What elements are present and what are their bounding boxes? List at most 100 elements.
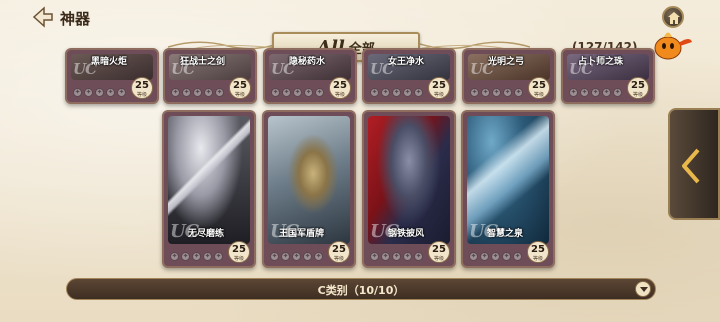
level-unit: 等级 [233, 256, 244, 262]
star-icon: ✦ [403, 88, 412, 97]
star-icon: ✦ [381, 88, 390, 97]
star-icon: ✦ [314, 252, 323, 261]
level-value: 25 [135, 80, 149, 91]
rarity-label: UC [271, 60, 295, 78]
star-icon: ✦ [214, 252, 223, 261]
star-icon: ✦ [271, 88, 280, 97]
category-section-header[interactable]: C类别（10/10） [66, 278, 656, 300]
star-icon: ✦ [580, 88, 589, 97]
star-icon: ✦ [491, 252, 500, 261]
level-badge: 25 等级 [328, 241, 350, 263]
rarity-label: UC [170, 221, 199, 242]
star-icon: ✦ [480, 252, 489, 261]
star-row: ✦ ✦ ✦ ✦ ✦ [470, 88, 523, 97]
star-icon: ✦ [117, 88, 126, 97]
rarity-label: UC [569, 60, 593, 78]
rarity-label: UC [171, 60, 195, 78]
level-value: 25 [232, 244, 246, 255]
star-icon: ✦ [591, 88, 600, 97]
star-icon: ✦ [171, 88, 180, 97]
rarity-label: UC [470, 60, 494, 78]
star-icon: ✦ [392, 252, 401, 261]
star-icon: ✦ [270, 252, 279, 261]
chevron-left-icon [682, 148, 700, 184]
rarity-label: UC [270, 221, 299, 242]
artifact-card[interactable]: 无尽磨练 UC ✦ ✦ ✦ ✦ ✦ 25 等级 [162, 110, 256, 268]
artifact-name: 女王净水 [387, 57, 424, 67]
star-icon: ✦ [282, 88, 291, 97]
artifact-card[interactable]: 王国军盾牌 UC ✦ ✦ ✦ ✦ ✦ 25 等级 [262, 110, 356, 268]
star-icon: ✦ [315, 88, 324, 97]
star-row: ✦ ✦ ✦ ✦ ✦ [73, 88, 126, 97]
artifact-name: 光明之弓 [487, 57, 524, 67]
artifact-card[interactable]: 黑暗火炬 UC ✦ ✦ ✦ ✦ ✦ 25 等级 [65, 48, 159, 104]
home-icon[interactable] [662, 6, 684, 28]
star-icon: ✦ [192, 252, 201, 261]
rarity-label: UC [370, 221, 399, 242]
star-icon: ✦ [193, 88, 202, 97]
star-icon: ✦ [181, 252, 190, 261]
artifact-card[interactable]: 钢铁披风 UC ✦ ✦ ✦ ✦ ✦ 25 等级 [362, 110, 456, 268]
star-icon: ✦ [370, 88, 379, 97]
level-badge: 25 等级 [627, 77, 649, 99]
star-icon: ✦ [513, 252, 522, 261]
chevron-down-icon[interactable] [635, 281, 651, 297]
star-icon: ✦ [502, 252, 511, 261]
star-icon: ✦ [469, 252, 478, 261]
star-icon: ✦ [95, 88, 104, 97]
level-badge: 25 等级 [329, 77, 351, 99]
star-icon: ✦ [481, 88, 490, 97]
level-value: 25 [432, 80, 446, 91]
level-unit: 等级 [334, 92, 345, 98]
star-row: ✦ ✦ ✦ ✦ ✦ [569, 88, 622, 97]
star-icon: ✦ [370, 252, 379, 261]
artifact-name: 隐秘药水 [288, 57, 325, 67]
level-value: 25 [333, 80, 347, 91]
page-title: 神器 [60, 10, 91, 28]
level-badge: 25 等级 [428, 77, 450, 99]
rarity-label: UC [370, 60, 394, 78]
artifact-card[interactable]: 智慧之泉 UC ✦ ✦ ✦ ✦ ✦ 25 等级 [461, 110, 555, 268]
star-row: ✦ ✦ ✦ ✦ ✦ [170, 252, 223, 261]
star-row: ✦ ✦ ✦ ✦ ✦ [370, 88, 423, 97]
star-icon: ✦ [503, 88, 512, 97]
artifact-card[interactable]: 占卜师之珠 UC ✦ ✦ ✦ ✦ ✦ 25 等级 [561, 48, 655, 104]
star-icon: ✦ [204, 88, 213, 97]
star-row: ✦ ✦ ✦ ✦ ✦ [171, 88, 224, 97]
star-icon: ✦ [170, 252, 179, 261]
star-icon: ✦ [106, 88, 115, 97]
star-icon: ✦ [84, 88, 93, 97]
star-icon: ✦ [381, 252, 390, 261]
artifact-card[interactable]: 隐秘药水 UC ✦ ✦ ✦ ✦ ✦ 25 等级 [263, 48, 357, 104]
artifact-card[interactable]: 狂战士之剑 UC ✦ ✦ ✦ ✦ ✦ 25 等级 [163, 48, 257, 104]
level-badge: 25 等级 [527, 241, 549, 263]
level-unit: 等级 [533, 92, 544, 98]
star-icon: ✦ [293, 88, 302, 97]
star-icon: ✦ [569, 88, 578, 97]
artifact-card[interactable]: 女王净水 UC ✦ ✦ ✦ ✦ ✦ 25 等级 [362, 48, 456, 104]
star-icon: ✦ [602, 88, 611, 97]
level-badge: 25 等级 [228, 241, 250, 263]
side-panel-tab[interactable] [668, 108, 720, 220]
star-icon: ✦ [414, 88, 423, 97]
level-value: 25 [233, 80, 247, 91]
star-icon: ✦ [470, 88, 479, 97]
level-unit: 等级 [234, 92, 245, 98]
star-icon: ✦ [182, 88, 191, 97]
star-icon: ✦ [203, 252, 212, 261]
star-row: ✦ ✦ ✦ ✦ ✦ [370, 252, 423, 261]
artifact-name: 黑暗火炬 [90, 57, 127, 67]
star-icon: ✦ [73, 88, 82, 97]
star-icon: ✦ [215, 88, 224, 97]
top-bar: 神器 [0, 0, 720, 60]
star-icon: ✦ [304, 88, 313, 97]
star-icon: ✦ [492, 88, 501, 97]
level-value: 25 [531, 244, 545, 255]
category-label: C类别（10/10） [317, 284, 405, 297]
artifact-card[interactable]: 光明之弓 UC ✦ ✦ ✦ ✦ ✦ 25 等级 [462, 48, 556, 104]
star-icon: ✦ [303, 252, 312, 261]
back-arrow-icon[interactable] [30, 6, 54, 28]
level-unit: 等级 [532, 256, 543, 262]
level-value: 25 [332, 244, 346, 255]
rarity-label: UC [469, 221, 498, 242]
